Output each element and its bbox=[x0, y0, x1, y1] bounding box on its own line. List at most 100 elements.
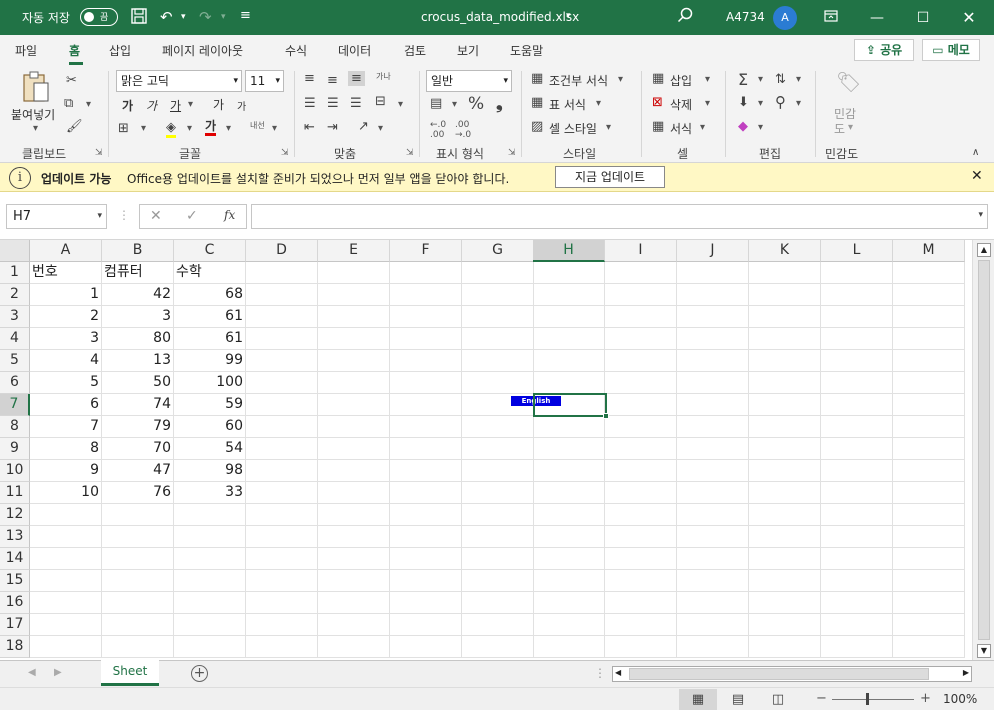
cell-a17[interactable] bbox=[30, 614, 102, 636]
collapse-ribbon-icon[interactable]: ∧ bbox=[972, 147, 979, 158]
cell-c6[interactable]: 100 bbox=[174, 372, 246, 394]
close-icon[interactable]: ✕ bbox=[946, 6, 992, 30]
enter-icon[interactable]: ✓ bbox=[186, 208, 198, 224]
format-cells-button[interactable]: 서식 bbox=[670, 120, 692, 137]
name-box[interactable]: H7 ▾ bbox=[6, 204, 107, 229]
cell-l2[interactable] bbox=[821, 284, 893, 306]
cell-b9[interactable]: 70 bbox=[102, 438, 174, 460]
align-bottom-icon[interactable]: ≡ bbox=[348, 71, 365, 86]
file-name[interactable]: crocus_data_modified.xlsx bbox=[421, 10, 579, 24]
align-middle-icon[interactable]: ≡ bbox=[327, 73, 338, 88]
cell-b4[interactable]: 80 bbox=[102, 328, 174, 350]
row-header[interactable]: 16 bbox=[0, 592, 30, 614]
cell-l11[interactable] bbox=[821, 482, 893, 504]
percent-icon[interactable]: % bbox=[468, 94, 484, 114]
cell-c5[interactable]: 99 bbox=[174, 350, 246, 372]
fill-dropdown-icon[interactable]: ▾ bbox=[758, 98, 763, 109]
paste-icon[interactable] bbox=[22, 71, 50, 107]
cell-b14[interactable] bbox=[102, 548, 174, 570]
bold-button[interactable]: 가 bbox=[122, 97, 133, 114]
cell-f1[interactable] bbox=[390, 262, 462, 284]
cell-a11[interactable]: 10 bbox=[30, 482, 102, 504]
cell-i8[interactable] bbox=[605, 416, 677, 438]
cell-k15[interactable] bbox=[749, 570, 821, 592]
number-launcher-icon[interactable]: ⇲ bbox=[508, 148, 516, 158]
cell-j4[interactable] bbox=[677, 328, 749, 350]
border-dropdown-icon[interactable]: ▾ bbox=[141, 123, 146, 134]
cell-e14[interactable] bbox=[318, 548, 390, 570]
font-launcher-icon[interactable]: ⇲ bbox=[281, 148, 289, 158]
row-header[interactable]: 8 bbox=[0, 416, 30, 438]
row-header[interactable]: 14 bbox=[0, 548, 30, 570]
wrap-text-icon[interactable]: 가나 bbox=[376, 71, 391, 82]
cell-j6[interactable] bbox=[677, 372, 749, 394]
cell-m6[interactable] bbox=[893, 372, 965, 394]
row-header[interactable]: 5 bbox=[0, 350, 30, 372]
cell-a8[interactable]: 7 bbox=[30, 416, 102, 438]
cell-e17[interactable] bbox=[318, 614, 390, 636]
normal-view-icon[interactable]: ▦ bbox=[679, 689, 717, 710]
cell-e9[interactable] bbox=[318, 438, 390, 460]
cell-i7[interactable] bbox=[605, 394, 677, 416]
increase-font-button[interactable]: 가 bbox=[213, 96, 224, 113]
cell-g6[interactable] bbox=[462, 372, 534, 394]
italic-button[interactable]: 가 bbox=[146, 97, 157, 114]
cell-i16[interactable] bbox=[605, 592, 677, 614]
vertical-scrollbar[interactable]: ▲ ▼ bbox=[972, 240, 994, 660]
cell-j7[interactable] bbox=[677, 394, 749, 416]
cell-d3[interactable] bbox=[246, 306, 318, 328]
cell-c9[interactable]: 54 bbox=[174, 438, 246, 460]
cell-m11[interactable] bbox=[893, 482, 965, 504]
cell-h9[interactable] bbox=[533, 438, 605, 460]
scroll-down-icon[interactable]: ▼ bbox=[977, 644, 991, 658]
cell-c11[interactable]: 33 bbox=[174, 482, 246, 504]
cell-d8[interactable] bbox=[246, 416, 318, 438]
cell-j17[interactable] bbox=[677, 614, 749, 636]
cell-i6[interactable] bbox=[605, 372, 677, 394]
cell-g17[interactable] bbox=[462, 614, 534, 636]
undo-icon[interactable]: ↶ bbox=[160, 8, 173, 26]
column-header-d[interactable]: D bbox=[246, 240, 318, 262]
conditional-dropdown-icon[interactable]: ▾ bbox=[618, 74, 623, 85]
cell-g1[interactable] bbox=[462, 262, 534, 284]
fill-icon[interactable]: ⬇ bbox=[738, 95, 749, 110]
autosave-toggle[interactable]: 끔 bbox=[80, 8, 118, 26]
cell-a12[interactable] bbox=[30, 504, 102, 526]
fill-handle[interactable] bbox=[603, 413, 609, 419]
align-right-icon[interactable]: ☰ bbox=[350, 96, 362, 111]
cell-g11[interactable] bbox=[462, 482, 534, 504]
phonetic-dropdown-icon[interactable]: ▾ bbox=[272, 123, 277, 134]
cell-j14[interactable] bbox=[677, 548, 749, 570]
row-header[interactable]: 17 bbox=[0, 614, 30, 636]
cell-k10[interactable] bbox=[749, 460, 821, 482]
tab-home[interactable]: 홈 bbox=[69, 42, 80, 59]
cell-b1[interactable]: 컴퓨터 bbox=[102, 262, 174, 284]
cell-b15[interactable] bbox=[102, 570, 174, 592]
cell-b5[interactable]: 13 bbox=[102, 350, 174, 372]
cell-e13[interactable] bbox=[318, 526, 390, 548]
vertical-scroll-thumb[interactable] bbox=[978, 260, 990, 640]
comments-button[interactable]: ▭ 메모 bbox=[922, 39, 980, 61]
cell-d14[interactable] bbox=[246, 548, 318, 570]
cell-f4[interactable] bbox=[390, 328, 462, 350]
sort-filter-dropdown-icon[interactable]: ▾ bbox=[796, 74, 801, 85]
ribbon-display-icon[interactable] bbox=[808, 6, 854, 30]
row-header[interactable]: 2 bbox=[0, 284, 30, 306]
copy-icon[interactable]: ⧉ bbox=[64, 96, 73, 111]
format-dropdown-icon[interactable]: ▾ bbox=[700, 122, 705, 133]
scroll-right-icon[interactable]: ▶ bbox=[963, 668, 969, 677]
column-header-i[interactable]: I bbox=[605, 240, 677, 262]
cell-a16[interactable] bbox=[30, 592, 102, 614]
cell-d15[interactable] bbox=[246, 570, 318, 592]
cell-c13[interactable] bbox=[174, 526, 246, 548]
delete-dropdown-icon[interactable]: ▾ bbox=[705, 98, 710, 109]
cell-e11[interactable] bbox=[318, 482, 390, 504]
column-header-e[interactable]: E bbox=[318, 240, 390, 262]
update-now-button[interactable]: 지금 업데이트 bbox=[555, 166, 665, 188]
cell-e15[interactable] bbox=[318, 570, 390, 592]
delete-cells-icon[interactable]: ⊠ bbox=[652, 95, 663, 110]
cell-i1[interactable] bbox=[605, 262, 677, 284]
cell-c3[interactable]: 61 bbox=[174, 306, 246, 328]
tab-review[interactable]: 검토 bbox=[404, 42, 426, 59]
scroll-left-icon[interactable]: ◀ bbox=[615, 668, 621, 677]
